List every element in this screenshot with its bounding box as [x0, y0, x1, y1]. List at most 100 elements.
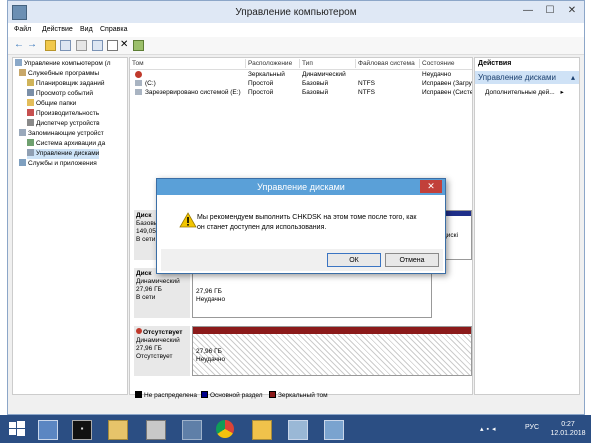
clock[interactable]: 0:27 12.01.2018 [548, 420, 588, 438]
primary-swatch-icon [201, 391, 208, 398]
col-filesystem[interactable]: Файловая система [356, 59, 420, 68]
volume-layout: Простой [248, 89, 274, 96]
partition-size: 27,96 ГБ [196, 288, 222, 295]
window-title: Управление компьютером [235, 7, 357, 18]
mirror-partition-strip [193, 327, 471, 334]
title-bar: Управление компьютером — ☐ ✕ [8, 1, 584, 23]
actions-header: Действия [478, 60, 512, 67]
dialog-close-button[interactable]: ✕ [420, 180, 442, 193]
mirror-partition[interactable]: 27,96 ГБ Неудачно [192, 326, 472, 376]
services-icon [19, 159, 26, 166]
legend: Не распределена Основной раздел Зеркальн… [129, 389, 473, 401]
delete-icon[interactable]: ✕ [120, 40, 131, 51]
storage-icon [19, 129, 26, 136]
menu-bar: Файл Действие Вид Справка [8, 23, 584, 38]
disk-type: Динамический [136, 337, 180, 344]
tree-item-system-tools[interactable]: Служебные программы [19, 69, 99, 79]
volume-type: Базовый [302, 80, 329, 87]
col-type[interactable]: Тип [300, 59, 356, 68]
volume-layout: Простой [248, 80, 274, 87]
volume-type: Базовый [302, 89, 329, 96]
back-arrow-icon[interactable]: ← [14, 40, 25, 51]
volume-status: Исправен (Систе [422, 89, 473, 96]
explorer-icon[interactable] [108, 420, 128, 440]
shared-folder-icon [27, 99, 34, 106]
folder-icon[interactable] [252, 420, 272, 440]
partition-status: Неудачно [196, 296, 226, 303]
console-tree: Управление компьютером (л Служебные прог… [12, 57, 128, 395]
up-folder-icon[interactable] [45, 40, 56, 51]
action-label: Управление дисками [478, 73, 556, 82]
list-view-icon[interactable] [92, 40, 103, 51]
start-button-icon[interactable] [8, 420, 26, 438]
input-language[interactable]: РУС [525, 424, 539, 431]
chrome-icon[interactable] [216, 420, 234, 438]
legend-primary: Основной раздел [201, 391, 263, 399]
properties-icon[interactable] [76, 40, 87, 51]
tree-item-device-manager[interactable]: Диспетчер устройств [27, 119, 100, 129]
disk-info[interactable]: Отсутствует Динамический 27,96 ГБ Отсутс… [134, 326, 190, 376]
computer-management-icon[interactable] [288, 420, 308, 440]
disk-info[interactable]: Диск Динамический 27,96 ГБ В сети [134, 268, 190, 318]
ok-button[interactable]: ОК [327, 253, 381, 267]
disk-name: Отсутствует [143, 329, 183, 336]
command-prompt-icon[interactable]: ▪ [72, 420, 92, 440]
tree-item-shared-folders[interactable]: Общие папки [27, 99, 76, 109]
computer-icon [15, 59, 22, 66]
performance-icon [27, 109, 34, 116]
dialog-title: Управление дисками [157, 179, 445, 195]
action-more-label: Дополнительные дей... [485, 89, 555, 96]
menu-action[interactable]: Действие [42, 26, 73, 33]
action-more[interactable]: Дополнительные дей... ▸ [485, 88, 564, 96]
volume-row[interactable]: Зеркальный Динамический Неудачно [130, 70, 472, 79]
col-status[interactable]: Состояние [420, 59, 472, 68]
tree-item-backup[interactable]: Система архивации да [27, 139, 105, 149]
collapse-arrow-icon: ▴ [570, 73, 575, 82]
document-icon[interactable] [107, 40, 118, 51]
menu-help[interactable]: Справка [100, 26, 127, 33]
menu-view[interactable]: Вид [80, 26, 93, 33]
app-icon-9[interactable] [324, 420, 344, 440]
check-icon[interactable] [133, 40, 144, 51]
expand-arrow-icon: ▸ [560, 89, 564, 96]
tray-icons[interactable]: ▴▪◂ [480, 425, 520, 434]
tools-icon [19, 69, 26, 76]
drive-icon [135, 89, 142, 95]
volume-row[interactable]: (C:) Простой Базовый NTFS Исправен (Загр… [130, 79, 472, 88]
volume-row[interactable]: Зарезервировано системой (E:) Простой Ба… [130, 88, 472, 97]
tree-item-task-scheduler[interactable]: Планировщик заданий [27, 79, 104, 89]
volume-type: Динамический [302, 71, 346, 78]
action-disk-management[interactable]: Управление дисками ▴ [475, 71, 579, 84]
menu-file[interactable]: Файл [14, 26, 31, 33]
app-icon-4[interactable] [146, 420, 166, 440]
col-volume[interactable]: Том [130, 59, 246, 68]
volume-layout: Зеркальный [248, 71, 285, 78]
tree-item-disk-management[interactable]: Управление дисками [27, 149, 100, 159]
legend-mirror: Зеркальный том [269, 391, 328, 399]
clock-date: 12.01.2018 [550, 430, 586, 437]
partition-size: 27,96 ГБ [196, 348, 222, 355]
mirror-partition[interactable]: 27,96 ГБ Неудачно [192, 268, 432, 318]
volume-fs: NTFS [358, 80, 375, 87]
tree-item-services-apps[interactable]: Службы и приложения [19, 159, 97, 169]
error-icon [136, 328, 142, 334]
col-layout[interactable]: Расположение [246, 59, 300, 68]
tree-item-storage[interactable]: Запоминающие устройст [19, 129, 104, 139]
network-icon[interactable] [182, 420, 202, 440]
minimize-button[interactable]: — [518, 3, 538, 19]
warning-icon [179, 212, 197, 228]
tree-item-event-viewer[interactable]: Просмотр событий [27, 89, 93, 99]
event-viewer-icon [27, 89, 34, 96]
cancel-button[interactable]: Отмена [385, 253, 439, 267]
console-tree-icon[interactable] [60, 40, 71, 51]
server-manager-icon[interactable] [38, 420, 58, 440]
partition-status: Неудачно [196, 356, 226, 363]
tree-item-computer-management[interactable]: Управление компьютером (л [15, 59, 111, 69]
volume-status: Исправен (Загру [422, 80, 472, 87]
forward-arrow-icon[interactable]: → [27, 40, 38, 51]
tree-item-performance[interactable]: Производительность [27, 109, 99, 119]
unallocated-swatch-icon [135, 391, 142, 398]
maximize-button[interactable]: ☐ [540, 3, 560, 19]
close-button[interactable]: ✕ [562, 3, 582, 19]
mirror-swatch-icon [269, 391, 276, 398]
